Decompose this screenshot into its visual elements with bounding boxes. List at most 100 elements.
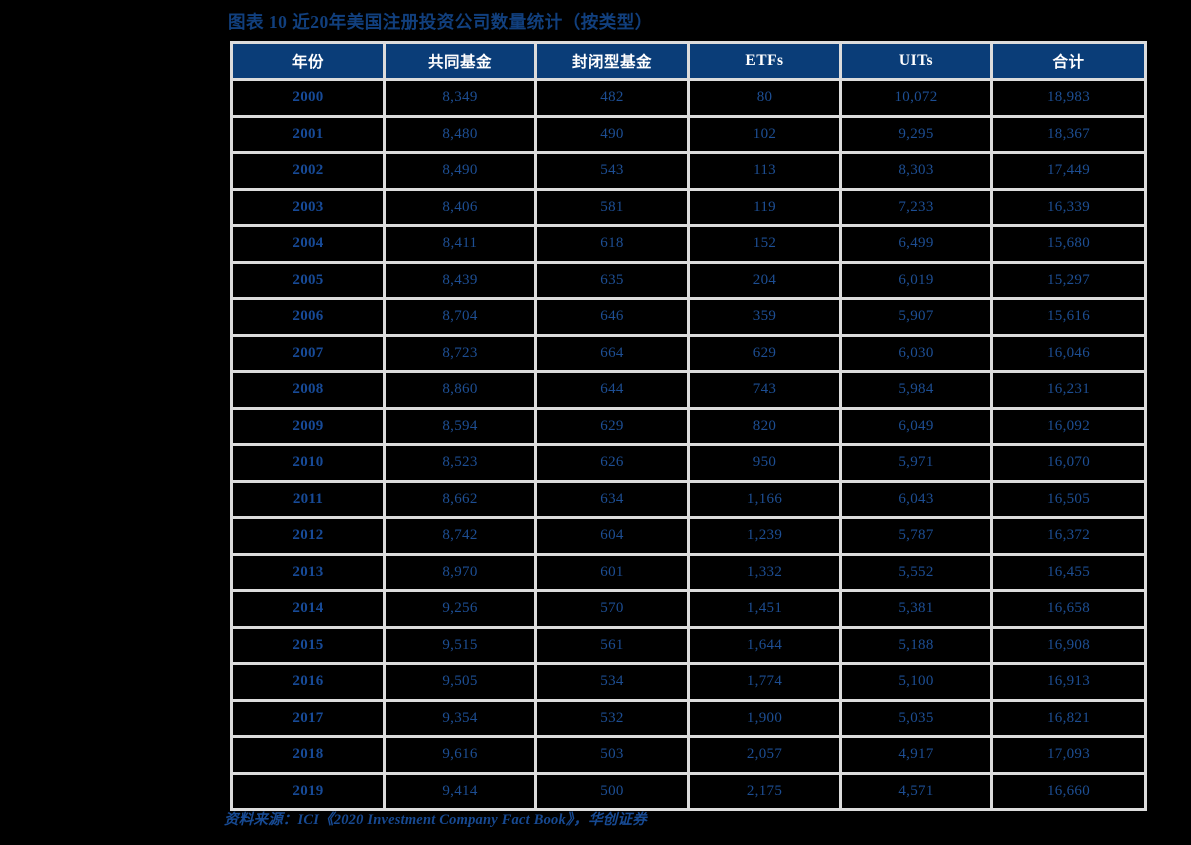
table-cell-value: 9,515 bbox=[386, 628, 534, 662]
table-cell-value: 634 bbox=[537, 482, 687, 516]
table-row: 2013 8,970 601 1,332 5,552 16,455 bbox=[233, 555, 1144, 589]
table-cell-year: 2013 bbox=[233, 555, 383, 589]
table-cell-value: 629 bbox=[537, 409, 687, 443]
table-cell-value: 8,480 bbox=[386, 117, 534, 151]
table-cell-value: 8,662 bbox=[386, 482, 534, 516]
investment-company-table-container: 年份 共同基金 封闭型基金 ETFs UITs 合计 2000 8,349 482 8… bbox=[230, 41, 1147, 811]
table-cell-value: 152 bbox=[690, 227, 839, 261]
table-cell-value: 9,616 bbox=[386, 738, 534, 772]
table-cell-value: 490 bbox=[537, 117, 687, 151]
table-cell-year: 2018 bbox=[233, 738, 383, 772]
table-cell-value: 4,571 bbox=[842, 774, 990, 808]
table-cell-value: 5,100 bbox=[842, 665, 990, 699]
table-cell-value: 4,917 bbox=[842, 738, 990, 772]
table-row: 2004 8,411 618 152 6,499 15,680 bbox=[233, 227, 1144, 261]
table-cell-year: 2008 bbox=[233, 373, 383, 407]
column-header-etfs: ETFs bbox=[690, 44, 839, 78]
table-cell-value: 10,072 bbox=[842, 81, 990, 115]
column-header-mutual-funds: 共同基金 bbox=[386, 44, 534, 78]
table-row: 2017 9,354 532 1,900 5,035 16,821 bbox=[233, 701, 1144, 735]
table-cell-value: 1,239 bbox=[690, 519, 839, 553]
table-cell-year: 2005 bbox=[233, 263, 383, 297]
table-cell-value: 8,704 bbox=[386, 300, 534, 334]
table-cell-value: 8,523 bbox=[386, 446, 534, 480]
table-cell-value: 581 bbox=[537, 190, 687, 224]
table-cell-value: 570 bbox=[537, 592, 687, 626]
table-cell-value: 6,043 bbox=[842, 482, 990, 516]
investment-company-table: 年份 共同基金 封闭型基金 ETFs UITs 合计 2000 8,349 482 8… bbox=[230, 41, 1147, 811]
table-body: 2000 8,349 482 80 10,072 18,983 2001 8,480 490 10… bbox=[233, 81, 1144, 808]
table-cell-value: 8,594 bbox=[386, 409, 534, 443]
table-cell-value: 9,295 bbox=[842, 117, 990, 151]
table-row: 2000 8,349 482 80 10,072 18,983 bbox=[233, 81, 1144, 115]
table-row: 2015 9,515 561 1,644 5,188 16,908 bbox=[233, 628, 1144, 662]
table-cell-year: 2019 bbox=[233, 774, 383, 808]
table-cell-year: 2010 bbox=[233, 446, 383, 480]
table-cell-value: 500 bbox=[537, 774, 687, 808]
table-cell-value: 8,860 bbox=[386, 373, 534, 407]
table-cell-value: 2,175 bbox=[690, 774, 839, 808]
table-cell-value: 1,774 bbox=[690, 665, 839, 699]
table-cell-value: 16,660 bbox=[993, 774, 1144, 808]
table-cell-value: 1,451 bbox=[690, 592, 839, 626]
table-cell-value: 9,354 bbox=[386, 701, 534, 735]
table-cell-value: 644 bbox=[537, 373, 687, 407]
table-cell-year: 2006 bbox=[233, 300, 383, 334]
table-cell-value: 204 bbox=[690, 263, 839, 297]
table-cell-value: 16,070 bbox=[993, 446, 1144, 480]
table-cell-value: 601 bbox=[537, 555, 687, 589]
table-cell-value: 16,505 bbox=[993, 482, 1144, 516]
table-row: 2008 8,860 644 743 5,984 16,231 bbox=[233, 373, 1144, 407]
table-cell-value: 17,093 bbox=[993, 738, 1144, 772]
table-cell-value: 532 bbox=[537, 701, 687, 735]
table-row: 2011 8,662 634 1,166 6,043 16,505 bbox=[233, 482, 1144, 516]
table-cell-year: 2002 bbox=[233, 154, 383, 188]
table-cell-value: 16,092 bbox=[993, 409, 1144, 443]
table-row: 2005 8,439 635 204 6,019 15,297 bbox=[233, 263, 1144, 297]
table-row: 2010 8,523 626 950 5,971 16,070 bbox=[233, 446, 1144, 480]
table-cell-value: 80 bbox=[690, 81, 839, 115]
table-row: 2009 8,594 629 820 6,049 16,092 bbox=[233, 409, 1144, 443]
table-cell-value: 543 bbox=[537, 154, 687, 188]
table-cell-value: 15,680 bbox=[993, 227, 1144, 261]
table-cell-value: 743 bbox=[690, 373, 839, 407]
table-cell-value: 618 bbox=[537, 227, 687, 261]
table-cell-value: 16,372 bbox=[993, 519, 1144, 553]
table-row: 2018 9,616 503 2,057 4,917 17,093 bbox=[233, 738, 1144, 772]
table-cell-value: 359 bbox=[690, 300, 839, 334]
table-cell-value: 8,349 bbox=[386, 81, 534, 115]
table-cell-value: 16,231 bbox=[993, 373, 1144, 407]
table-cell-year: 2000 bbox=[233, 81, 383, 115]
table-header: 年份 共同基金 封闭型基金 ETFs UITs 合计 bbox=[233, 44, 1144, 78]
figure-title: 图表 10 近20年美国注册投资公司数量统计（按类型） bbox=[228, 12, 653, 32]
table-cell-value: 119 bbox=[690, 190, 839, 224]
table-cell-value: 626 bbox=[537, 446, 687, 480]
table-cell-value: 820 bbox=[690, 409, 839, 443]
table-row: 2014 9,256 570 1,451 5,381 16,658 bbox=[233, 592, 1144, 626]
table-cell-value: 604 bbox=[537, 519, 687, 553]
source-note: 资料来源：ICI《2020 Investment Company Fact Bo… bbox=[224, 812, 647, 828]
table-cell-value: 561 bbox=[537, 628, 687, 662]
table-row: 2012 8,742 604 1,239 5,787 16,372 bbox=[233, 519, 1144, 553]
table-cell-value: 5,188 bbox=[842, 628, 990, 662]
table-cell-value: 18,367 bbox=[993, 117, 1144, 151]
table-cell-value: 8,742 bbox=[386, 519, 534, 553]
table-cell-value: 629 bbox=[690, 336, 839, 370]
table-cell-year: 2004 bbox=[233, 227, 383, 261]
table-cell-value: 15,616 bbox=[993, 300, 1144, 334]
table-cell-value: 1,332 bbox=[690, 555, 839, 589]
table-cell-value: 6,030 bbox=[842, 336, 990, 370]
table-cell-value: 16,821 bbox=[993, 701, 1144, 735]
table-cell-year: 2016 bbox=[233, 665, 383, 699]
table-cell-value: 16,658 bbox=[993, 592, 1144, 626]
table-cell-year: 2012 bbox=[233, 519, 383, 553]
table-cell-year: 2001 bbox=[233, 117, 383, 151]
table-cell-value: 664 bbox=[537, 336, 687, 370]
table-cell-value: 8,970 bbox=[386, 555, 534, 589]
table-cell-value: 16,046 bbox=[993, 336, 1144, 370]
table-cell-value: 2,057 bbox=[690, 738, 839, 772]
table-header-row: 年份 共同基金 封闭型基金 ETFs UITs 合计 bbox=[233, 44, 1144, 78]
table-cell-value: 8,439 bbox=[386, 263, 534, 297]
table-cell-value: 5,381 bbox=[842, 592, 990, 626]
table-cell-value: 5,984 bbox=[842, 373, 990, 407]
